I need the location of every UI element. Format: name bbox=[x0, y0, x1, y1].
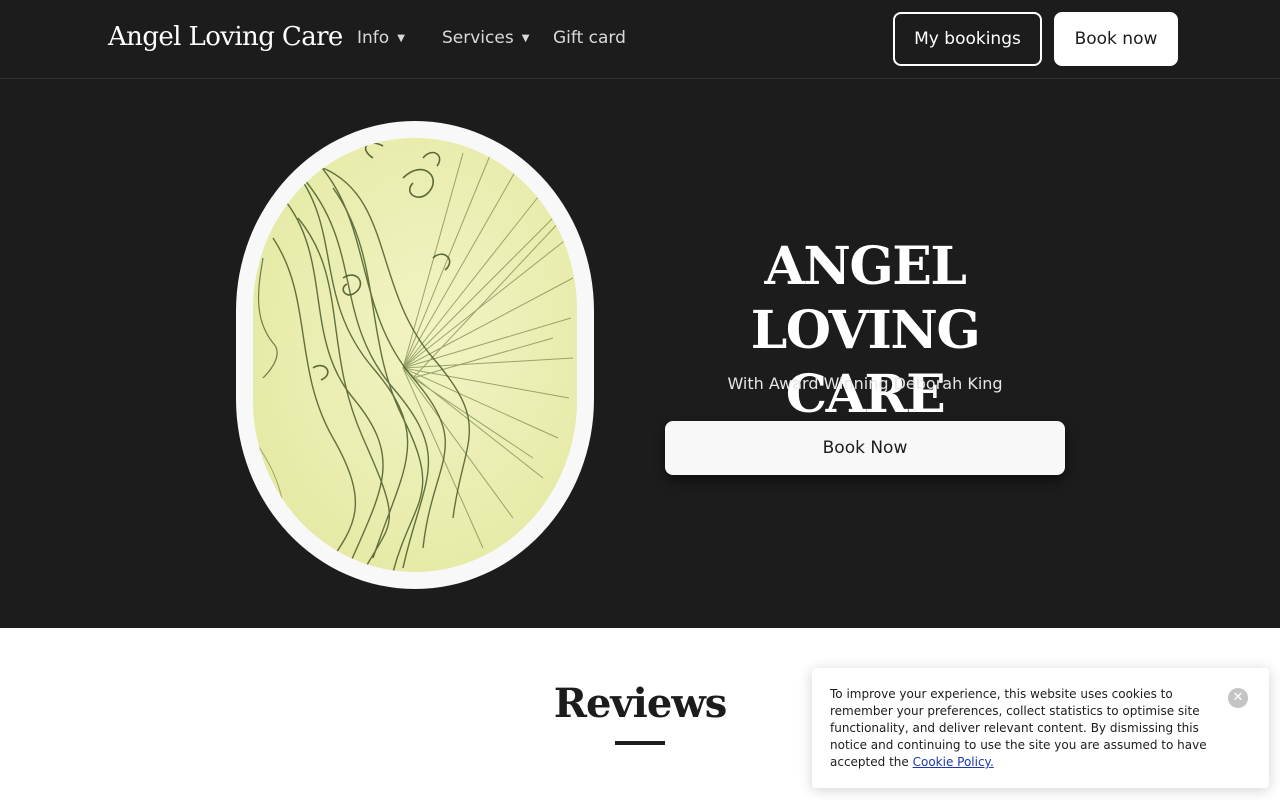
hero-title: ANGEL LOVING CARE bbox=[750, 236, 981, 425]
site-header: Angel Loving Care Info ▼ Services ▼ Gift… bbox=[0, 0, 1280, 79]
reviews-underline bbox=[615, 741, 665, 745]
caret-down-icon: ▼ bbox=[397, 32, 405, 44]
caret-down-icon: ▼ bbox=[521, 32, 530, 44]
brand-logo[interactable]: Angel Loving Care bbox=[108, 22, 343, 52]
hero-subtitle: With Award Winning Deborah King bbox=[727, 374, 1003, 393]
cookie-text: To improve your experience, this website… bbox=[830, 686, 1220, 771]
reviews-heading: Reviews bbox=[553, 680, 728, 727]
close-icon[interactable]: ✕ bbox=[1228, 688, 1248, 708]
fairy-sketch-icon bbox=[253, 138, 577, 572]
nav-info-label: Info bbox=[357, 28, 390, 48]
book-now-header-button[interactable]: Book now bbox=[1054, 12, 1178, 66]
hero-section: ANGEL LOVING CARE With Award Winning Deb… bbox=[0, 79, 1280, 628]
my-bookings-button[interactable]: My bookings bbox=[893, 12, 1042, 66]
cookie-message: To improve your experience, this website… bbox=[830, 687, 1207, 769]
nav-info[interactable]: Info ▼ bbox=[357, 28, 405, 48]
fairy-sketch-image bbox=[253, 138, 577, 572]
book-now-hero-button[interactable]: Book Now bbox=[665, 421, 1065, 475]
nav-services-label: Services bbox=[442, 28, 514, 48]
cookie-policy-link[interactable]: Cookie Policy. bbox=[913, 755, 994, 769]
nav-gift-card[interactable]: Gift card bbox=[553, 28, 626, 48]
nav-gift-card-label: Gift card bbox=[553, 28, 626, 48]
cookie-banner: To improve your experience, this website… bbox=[812, 668, 1269, 788]
hero-image-frame bbox=[236, 121, 594, 589]
nav-services[interactable]: Services ▼ bbox=[442, 28, 529, 48]
